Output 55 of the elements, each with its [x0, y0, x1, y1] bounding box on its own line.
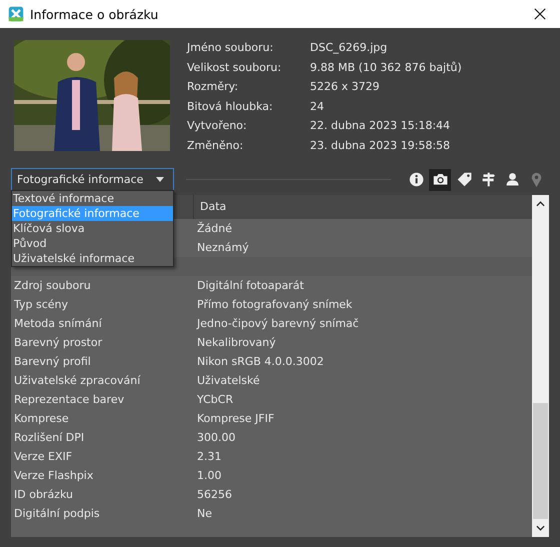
dropdown-option[interactable]: Klíčová slova	[12, 220, 173, 236]
info-value: 5226 x 3729	[310, 80, 380, 96]
table-cell: Neznámý	[197, 240, 249, 254]
table-cell: Ne	[197, 506, 212, 520]
dropdown-option[interactable]: Textové informace	[12, 190, 173, 206]
table-cell: Zdroj souboru	[14, 278, 91, 292]
table-cell: 1.00	[197, 468, 222, 482]
window-title: Informace o obrázku	[30, 6, 160, 22]
info-value: 9.88 MB (10 362 876 bajtů)	[310, 60, 462, 76]
table-cell: Nikon sRGB 4.0.0.3002	[197, 354, 324, 368]
info-value: 22. dubna 2023 15:18:44	[310, 119, 452, 134]
table-cell: YCbCR	[197, 392, 234, 406]
table-cell: Jedno-čipový barevný snímač	[197, 316, 359, 330]
category-dropdown[interactable]: Fotografické informace	[11, 168, 174, 192]
table-cell: Barevný profil	[14, 354, 91, 368]
table-cell: Uživatelské zpracování	[14, 374, 140, 387]
table-cell: Žádné	[197, 222, 232, 235]
camera-icon[interactable]	[429, 168, 451, 191]
scrollbar[interactable]	[532, 194, 549, 537]
info-value: 24	[310, 100, 325, 115]
dropdown-option[interactable]: Původ	[12, 236, 173, 251]
table-cell: Digitální fotoaparát	[197, 278, 304, 292]
info-label: Jméno souboru:	[187, 41, 274, 56]
table-cell: Verze EXIF	[14, 450, 72, 463]
table-cell: Přímo fotografovaný snímek	[197, 298, 352, 311]
table-cell: Komprese JFIF	[197, 412, 274, 425]
info-value: DSC_6269.jpg	[310, 41, 388, 56]
table-cell: 300.00	[197, 430, 236, 444]
info-label: Bitová hloubka:	[187, 100, 274, 115]
table-cell: ID obrázku	[14, 488, 73, 501]
dropdown-option[interactable]: Uživatelské informace	[12, 250, 173, 266]
info-label: Rozměry:	[187, 80, 240, 96]
table-cell: Typ scény	[14, 298, 68, 311]
table-cell: Verze Flashpix	[14, 468, 94, 482]
scroll-up-icon[interactable]	[536, 200, 545, 207]
table-cell: Digitální podpis	[14, 506, 100, 520]
info-label: Vytvořeno:	[187, 119, 248, 134]
table-cell: Reprezentace barev	[14, 392, 124, 406]
scroll-down-icon[interactable]	[536, 525, 545, 531]
table-cell: 2.31	[197, 450, 222, 463]
table-cell: Komprese	[14, 412, 69, 425]
info-value: 23. dubna 2023 19:58:58	[310, 138, 452, 154]
caret-icon	[156, 177, 164, 182]
info-label: Změněno:	[187, 138, 244, 154]
table-cell: Uživatelské	[197, 374, 260, 387]
table-cell: Nekalibrovaný	[197, 336, 276, 349]
table-cell: Rozlišení DPI	[14, 430, 84, 444]
table-cell: Metoda snímání	[14, 316, 102, 330]
table-cell: 56256	[197, 488, 232, 501]
info-label: Velikost souboru:	[187, 60, 282, 76]
app-logo-icon	[8, 6, 24, 22]
table-cell: Barevný prostor	[14, 336, 102, 349]
scrollbar-thumb[interactable]	[533, 403, 548, 519]
dropdown-option[interactable]: Fotografické informace	[12, 206, 173, 221]
close-icon[interactable]	[534, 8, 546, 20]
